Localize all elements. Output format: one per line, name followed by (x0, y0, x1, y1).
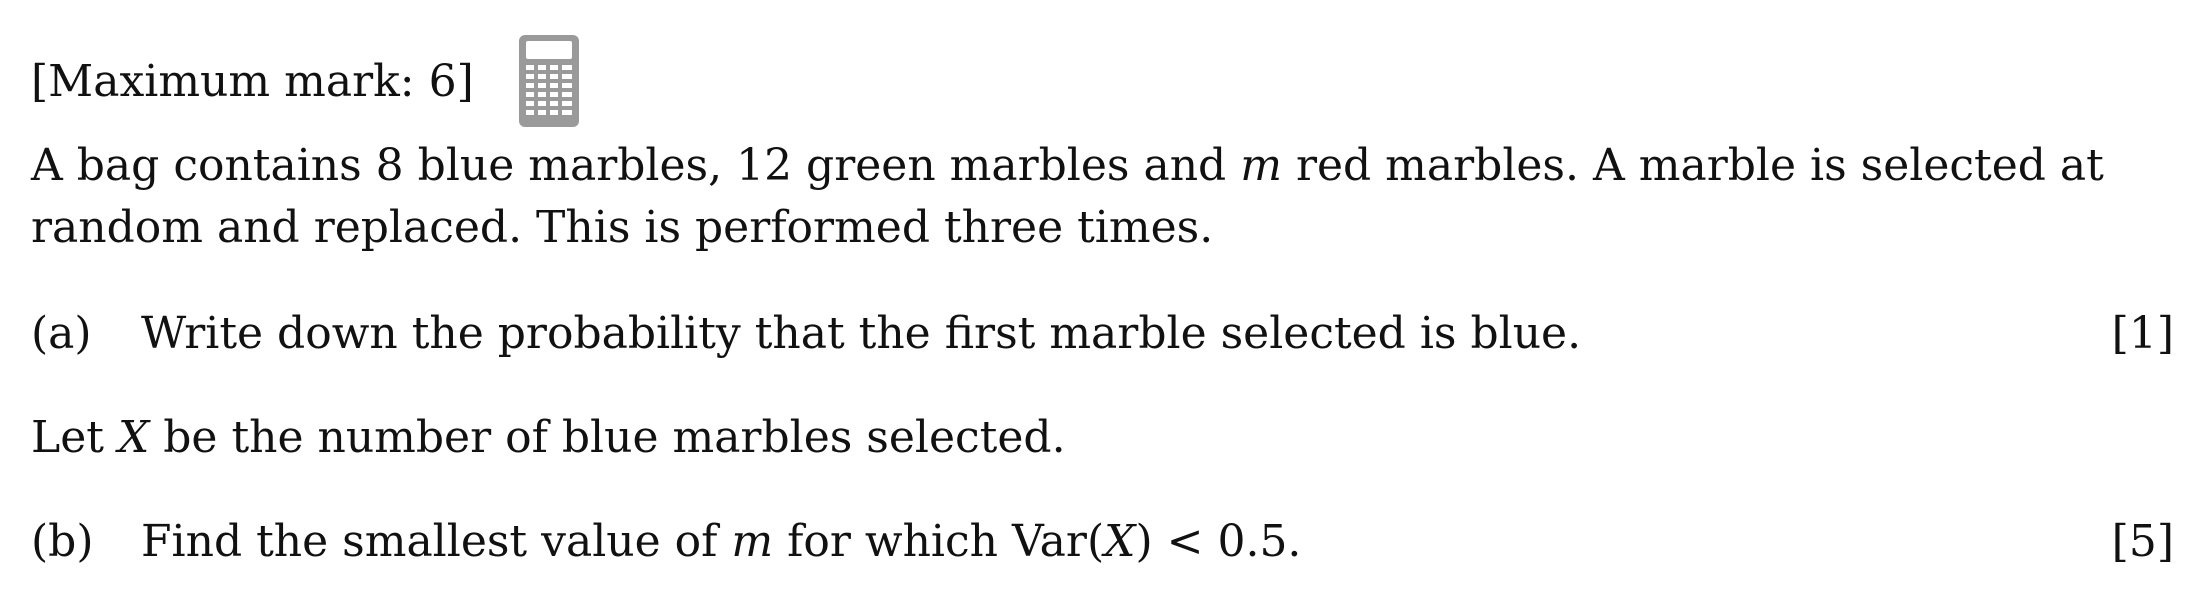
part-a-text: Write down the probability that the firs… (141, 308, 1582, 359)
variable-x: X (117, 412, 150, 463)
variable-m: m (731, 516, 774, 567)
part-b-intro: Let X be the number of blue marbles sele… (31, 408, 1066, 468)
part-b-label: (b) (31, 516, 94, 567)
variable-m: m (1240, 140, 1282, 191)
part-b-text: for which Var( (773, 516, 1105, 567)
calculator-icon (518, 35, 579, 127)
intro-text: be the number of blue marbles selected. (149, 412, 1066, 463)
part-a-label: (a) (31, 308, 92, 359)
part-b-text: Find the smallest value of (141, 516, 732, 567)
part-b-text: ) < 0.5. (1135, 516, 1302, 567)
stem-text: red marbles. A marble is selected at (1281, 140, 2104, 191)
maximum-mark-label: [Maximum mark: 6] (31, 56, 474, 107)
variable-x: X (1104, 516, 1136, 567)
stem-text: random and replaced. This is performed t… (31, 202, 1214, 253)
question-stem-line-2: random and replaced. This is performed t… (31, 198, 1213, 258)
part-b: (b) Find the smallest value of m for whic… (31, 512, 1301, 572)
question-stem-line-1: A bag contains 8 blue marbles, 12 green … (31, 136, 2104, 196)
intro-text: Let (31, 412, 118, 463)
exam-question-page: [Maximum mark: 6] A bag contains 8 blue … (0, 0, 2200, 608)
stem-text: A bag contains 8 blue marbles, 12 green … (31, 140, 1241, 191)
part-a-marks: [1] (2111, 308, 2174, 359)
question-header: [Maximum mark: 6] (31, 35, 580, 128)
part-b-marks: [5] (2111, 516, 2174, 567)
part-a: (a) Write down the probability that the f… (31, 304, 1581, 364)
